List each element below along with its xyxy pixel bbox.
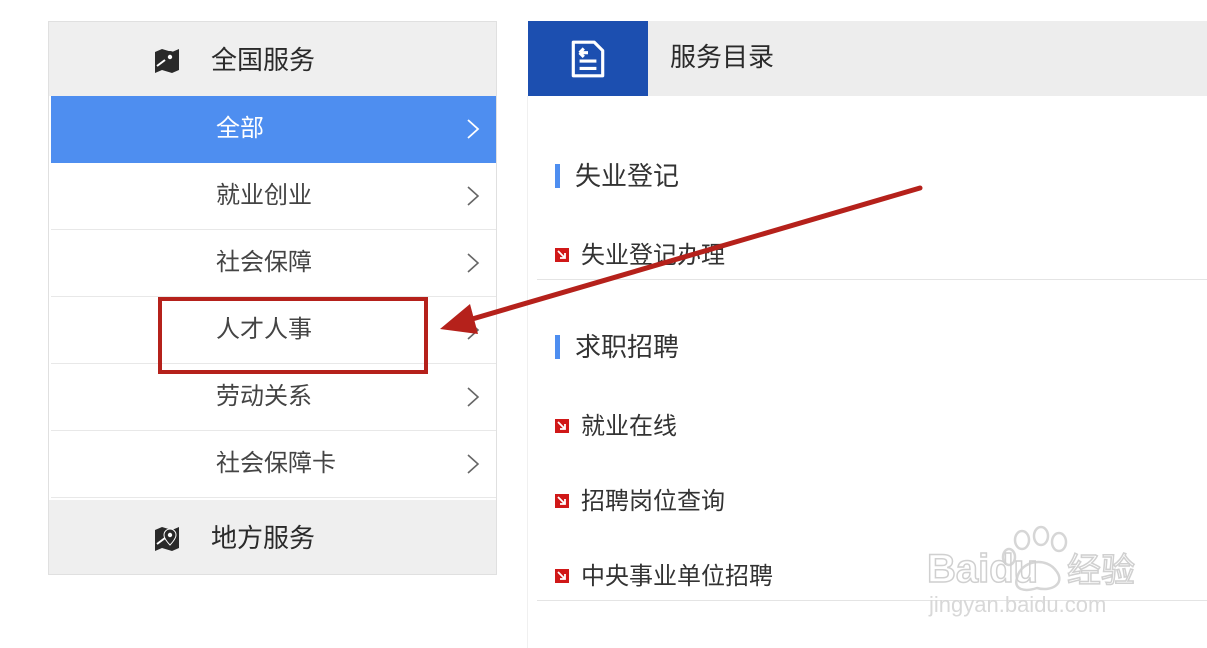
baidu-watermark: Baidu 经验 jingyan.baidu.com: [926, 525, 1136, 617]
watermark-brand-cn: 经验: [1067, 551, 1135, 591]
watermark-url: jingyan.baidu.com: [928, 592, 1106, 617]
watermark-brand: Baidu: [927, 547, 1038, 591]
